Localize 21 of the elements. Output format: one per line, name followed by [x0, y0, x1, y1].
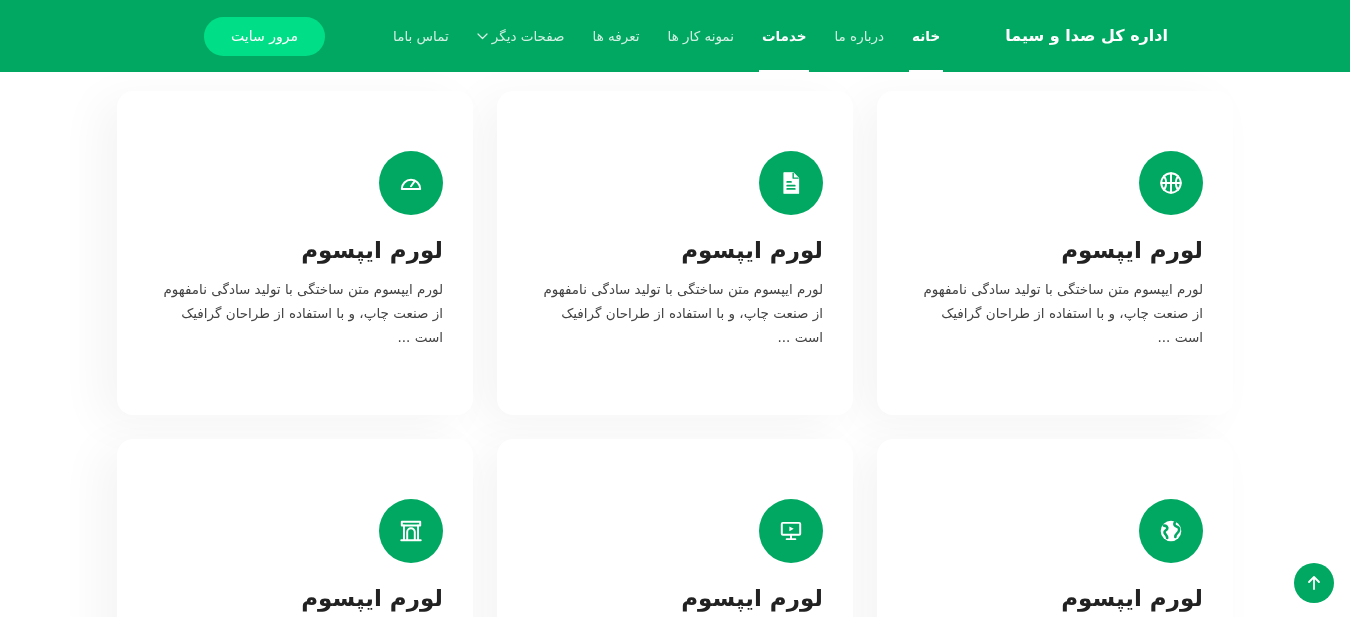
service-description: لورم ایپسوم متن ساختگی با تولید سادگی نامفهوم از صنعت چاپ، و با استفاده از طراحان گرافیک است ...	[922, 280, 1203, 347]
chevron-down-icon	[476, 32, 488, 40]
service-title: لورم ایپسوم	[1060, 236, 1203, 266]
back-to-top-button[interactable]	[1294, 563, 1334, 603]
service-title: لورم ایپسوم	[680, 236, 823, 266]
nav-link[interactable]: درباره ما	[831, 0, 888, 72]
nav-link[interactable]: خانه	[909, 0, 944, 72]
nav-link[interactable]: تعرفه ها	[589, 0, 643, 72]
service-title: لورم ایپسوم	[300, 584, 443, 614]
service-title: لورم ایپسوم	[300, 236, 443, 266]
service-description: لورم ایپسوم متن ساختگی با تولید سادگی نامفهوم از صنعت چاپ، و با استفاده از طراحان گرافیک است ...	[162, 280, 443, 347]
nav-link[interactable]: نمونه کار ها	[664, 0, 737, 72]
service-title: لورم ایپسوم	[1060, 584, 1203, 614]
nav-link[interactable]: تماس باما	[390, 0, 452, 72]
site-title[interactable]: اداره کل صدا و سیما	[1005, 24, 1168, 48]
service-description: لورم ایپسوم متن ساختگی با تولید سادگی نامفهوم از صنعت چاپ، و با استفاده از طراحان گرافیک است ...	[542, 280, 823, 347]
nav-dropdown[interactable]: صفحات دیگر	[473, 0, 568, 72]
service-title: لورم ایپسوم	[680, 584, 823, 614]
nav-link[interactable]: خدمات	[758, 0, 810, 72]
arrow-up-icon	[1305, 574, 1323, 592]
browse-site-button[interactable]: مرور سایت	[204, 16, 325, 56]
